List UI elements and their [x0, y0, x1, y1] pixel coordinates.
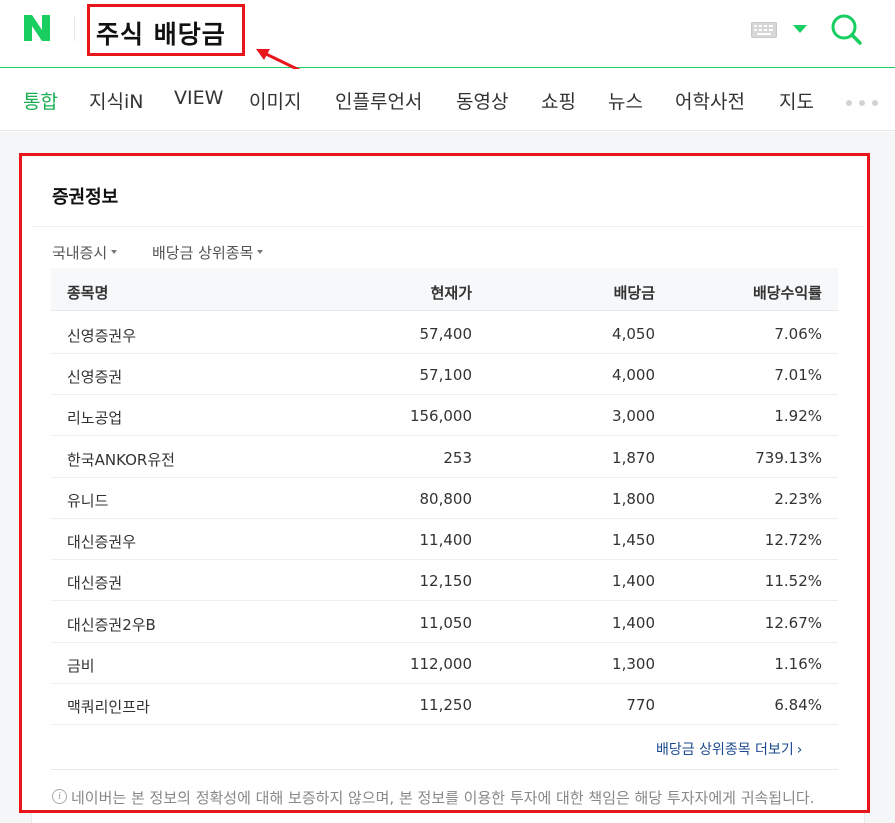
- tab-knowledge-in[interactable]: 지식iN: [89, 87, 143, 114]
- search-header: 주식 배당금: [0, 0, 895, 87]
- stock-name[interactable]: 대신증권: [67, 572, 122, 593]
- stock-name[interactable]: 맥쿼리인프라: [67, 696, 150, 717]
- tab-map[interactable]: 지도: [779, 87, 814, 114]
- stock-dividend: 770: [626, 696, 655, 714]
- tab-influencer[interactable]: 인플루언서: [335, 87, 422, 114]
- search-tabs: 통합 지식iN VIEW 이미지 인플루언서 동영상 쇼핑 뉴스 어학사전 지도: [0, 69, 895, 131]
- stock-dividend: 1,870: [612, 449, 655, 467]
- stock-yield: 6.84%: [774, 696, 822, 714]
- stock-yield: 12.67%: [764, 614, 822, 632]
- stock-price: 12,150: [419, 572, 473, 590]
- footer-divider: [51, 769, 838, 770]
- more-link-label: 배당금 상위종목 더보기: [656, 742, 794, 758]
- stock-dividend: 1,300: [612, 655, 655, 673]
- table-row[interactable]: 유니드 80,800 1,800 2.23%: [51, 477, 838, 519]
- stock-name[interactable]: 한국ANKOR유전: [67, 449, 175, 470]
- stock-name[interactable]: 유니드: [67, 490, 108, 511]
- table-header: 종목명 현재가 배당금 배당수익률: [51, 268, 838, 311]
- stock-price: 11,050: [419, 614, 473, 632]
- table-row[interactable]: 맥쿼리인프라 11,250 770 6.84%: [51, 683, 838, 725]
- stock-yield: 12.72%: [764, 531, 822, 549]
- stock-name[interactable]: 대신증권우: [67, 531, 136, 552]
- stock-name[interactable]: 신영증권: [67, 366, 122, 387]
- table-row[interactable]: 금비 112,000 1,300 1.16%: [51, 642, 838, 684]
- table-row[interactable]: 한국ANKOR유전 253 1,870 739.13%: [51, 436, 838, 478]
- stock-name[interactable]: 신영증권우: [67, 325, 136, 346]
- stock-price: 57,400: [419, 325, 473, 343]
- stock-name[interactable]: 대신증권2우B: [67, 614, 156, 635]
- stock-yield: 1.16%: [774, 655, 822, 673]
- stock-dividend: 4,050: [612, 325, 655, 343]
- column-header-price: 현재가: [430, 284, 472, 302]
- stock-price: 253: [443, 449, 472, 467]
- more-top-dividend-link[interactable]: 배당금 상위종목 더보기 ›: [656, 739, 802, 759]
- tab-integrated[interactable]: 통합: [23, 87, 58, 114]
- card-divider: [32, 226, 864, 227]
- stock-dividend: 1,800: [612, 490, 655, 508]
- stock-price: 112,000: [409, 655, 472, 673]
- chevron-down-icon[interactable]: [793, 25, 807, 34]
- tab-dictionary[interactable]: 어학사전: [675, 87, 745, 114]
- column-header-name: 종목명: [67, 284, 109, 302]
- stock-dividend: 3,000: [612, 407, 655, 425]
- stock-name[interactable]: 금비: [67, 655, 95, 676]
- table-row[interactable]: 대신증권2우B 11,050 1,400 12.67%: [51, 601, 838, 643]
- naver-logo-icon[interactable]: [22, 13, 52, 43]
- tab-news[interactable]: 뉴스: [608, 87, 643, 114]
- stock-price: 11,250: [419, 696, 473, 714]
- column-header-dividend: 배당금: [613, 284, 655, 302]
- market-filter-label: 국내증시: [52, 244, 108, 262]
- keyboard-icon[interactable]: [751, 22, 777, 38]
- table-row[interactable]: 신영증권 57,100 4,000 7.01%: [51, 353, 838, 395]
- ranking-filter-label: 배당금 상위종목: [152, 244, 254, 262]
- more-tabs-icon[interactable]: [845, 99, 879, 107]
- stock-price: 57,100: [419, 366, 473, 384]
- stock-price: 156,000: [409, 407, 472, 425]
- card-title: 증권정보: [52, 187, 119, 208]
- header-divider: [74, 17, 75, 41]
- tab-shopping[interactable]: 쇼핑: [541, 87, 576, 114]
- caret-down-icon: [111, 249, 118, 254]
- info-icon: i: [52, 789, 67, 804]
- tab-view[interactable]: VIEW: [174, 87, 223, 109]
- tab-image[interactable]: 이미지: [249, 87, 301, 114]
- table-row[interactable]: 리노공업 156,000 3,000 1.92%: [51, 394, 838, 436]
- stock-yield: 2.23%: [774, 490, 822, 508]
- stock-dividend: 1,400: [612, 614, 655, 632]
- stock-yield: 7.01%: [774, 366, 822, 384]
- market-filter-dropdown[interactable]: 국내증시: [52, 242, 118, 263]
- stock-dividend: 1,400: [612, 572, 655, 590]
- column-header-yield: 배당수익률: [752, 284, 822, 302]
- search-query[interactable]: 주식 배당금: [96, 15, 226, 51]
- table-row[interactable]: 대신증권 12,150 1,400 11.52%: [51, 559, 838, 601]
- stock-dividend: 1,450: [612, 531, 655, 549]
- table-row[interactable]: 대신증권우 11,400 1,450 12.72%: [51, 518, 838, 560]
- caret-down-icon: [257, 249, 264, 254]
- stock-price: 80,800: [419, 490, 473, 508]
- search-icon[interactable]: [829, 12, 863, 46]
- stock-yield: 7.06%: [774, 325, 822, 343]
- stock-dividend: 4,000: [612, 366, 655, 384]
- chevron-right-icon: ›: [796, 742, 803, 758]
- disclaimer: i 네이버는 본 정보의 정확성에 대해 보증하지 않으며, 본 정보를 이용한 …: [52, 787, 842, 809]
- disclaimer-text: 네이버는 본 정보의 정확성에 대해 보증하지 않으며, 본 정보를 이용한 투…: [71, 789, 815, 807]
- stock-yield: 11.52%: [764, 572, 822, 590]
- stock-yield: 1.92%: [774, 407, 822, 425]
- tab-video[interactable]: 동영상: [456, 87, 508, 114]
- stock-price: 11,400: [419, 531, 473, 549]
- table-row[interactable]: 신영증권우 57,400 4,050 7.06%: [51, 312, 838, 354]
- stock-name[interactable]: 리노공업: [67, 407, 122, 428]
- stock-yield: 739.13%: [755, 449, 822, 467]
- ranking-filter-dropdown[interactable]: 배당금 상위종목: [152, 242, 264, 263]
